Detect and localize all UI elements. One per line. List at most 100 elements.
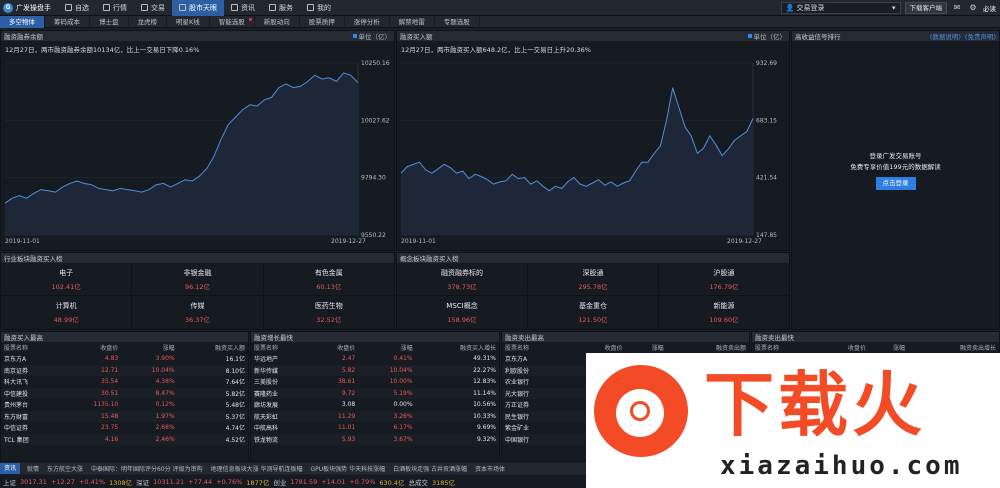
download-logo-icon	[594, 365, 688, 457]
table-cell: 华远地产	[254, 356, 279, 364]
table-row[interactable]: 铁龙物流 5.93 3.67% 9.32%	[251, 433, 499, 445]
sector-value: 36.37亿	[184, 315, 211, 324]
table-cell: 2.47	[341, 355, 356, 363]
table-cell: 赛隆药业	[251, 387, 311, 399]
tab-6[interactable]: 新股动向	[255, 16, 300, 28]
data-desc-link[interactable]: (数据说明)	[930, 31, 961, 41]
table-row[interactable]: 新华传媒 5.82 10.04% 22.27%	[251, 364, 499, 376]
nav-item-6[interactable]: 我的	[300, 0, 338, 16]
nav-item-2[interactable]: 交易	[134, 0, 172, 16]
news-item[interactable]: 白酒板块走强 古井贡酒涨幅	[393, 464, 467, 473]
tab-3[interactable]: 龙虎榜	[129, 16, 167, 28]
sector-cell[interactable]: MSCI概念 158.96亿	[397, 296, 527, 328]
app-title: 广发操盘手	[16, 3, 51, 12]
column-header[interactable]: 融资卖出额	[667, 342, 749, 353]
must-read-link[interactable]: 必读	[983, 3, 1000, 13]
news-tag[interactable]: 资讯	[0, 463, 21, 474]
table-row[interactable]: 京东方A 4.83 3.90% 16.1亿	[1, 353, 248, 365]
news-item[interactable]: 就情	[27, 464, 39, 473]
sector-cell[interactable]: 传媒 36.37亿	[132, 296, 263, 328]
sector-cell[interactable]: 沪股通 176.79亿	[659, 263, 789, 295]
table-cell: 京东方A	[4, 356, 27, 364]
table-cell: 12.71	[61, 364, 122, 376]
table-row[interactable]: 中航高科 11.01 6.17% 9.69%	[251, 422, 499, 434]
table-row[interactable]: 赛隆药业 9.72 5.19% 11.14%	[251, 387, 499, 399]
tab-7[interactable]: 股票质押	[300, 16, 345, 28]
nav-item-4[interactable]: 资讯	[224, 0, 262, 16]
mail-icon[interactable]: ✉	[951, 2, 963, 14]
table-cell: 35.54	[101, 378, 119, 386]
column-header[interactable]: 涨幅	[625, 342, 666, 353]
table-row[interactable]: 东方财富 15.48 1.97% 5.37亿	[1, 410, 248, 422]
panel-title: 融资卖出最高	[505, 334, 544, 342]
table-cell: 10.04%	[121, 364, 178, 376]
sector-cell[interactable]: 基金重仓 121.50亿	[528, 296, 658, 328]
table-cell: 利欧股份	[502, 364, 571, 376]
table-row[interactable]: 南京证券 12.71 10.04% 8.10亿	[1, 364, 248, 376]
panel-title: 融资买入额	[400, 33, 433, 41]
news-item[interactable]: 东方航空大涨	[47, 464, 83, 473]
tab-2[interactable]: 博士盘	[90, 16, 129, 28]
nav-item-1[interactable]: 行情	[96, 0, 134, 16]
legend-square-icon	[352, 34, 357, 38]
nav-item-label: 资讯	[241, 3, 255, 12]
sector-cell[interactable]: 医药生物 32.52亿	[263, 296, 394, 328]
sector-cell[interactable]: 新能源 109.60亿	[659, 296, 789, 328]
nav-item-3[interactable]: 股市天眼	[172, 0, 224, 16]
tab-5[interactable]: 智能选股	[210, 16, 255, 28]
column-header[interactable]: 收盘价	[311, 342, 359, 353]
status-vol: 3185亿	[432, 478, 456, 487]
sector-cell[interactable]: 深股通 295.78亿	[528, 263, 658, 295]
column-header[interactable]: 股票名称	[251, 342, 311, 353]
column-header[interactable]: 股票名称	[1, 342, 61, 353]
tab-1[interactable]: 筹码成本	[45, 16, 90, 28]
tab-9[interactable]: 解禁地雷	[390, 16, 435, 28]
column-header[interactable]: 涨幅	[869, 342, 908, 353]
table-row[interactable]: 华远地产 2.47 0.41% 49.31%	[251, 353, 499, 365]
sector-value: 121.50亿	[578, 315, 608, 324]
sector-cell[interactable]: 电子 102.41亿	[1, 263, 132, 295]
tab-4[interactable]: 明星K线	[167, 16, 210, 28]
column-header[interactable]: 股票名称	[502, 342, 571, 353]
sector-cell[interactable]: 计算机 48.99亿	[1, 296, 132, 328]
column-header[interactable]: 收盘价	[571, 342, 626, 353]
service-icon	[269, 4, 276, 11]
column-header[interactable]: 涨幅	[121, 342, 177, 353]
news-item[interactable]: 资本市场体	[475, 464, 505, 473]
table-row[interactable]: 中信建投 30.51 8.47% 5.82亿	[1, 387, 248, 399]
column-header[interactable]: 融资买入额	[178, 342, 248, 353]
table-row[interactable]: 廊坊发展 3.08 0.00% 10.56%	[251, 399, 499, 411]
industry-grid: 电子 102.41亿 非银金融 96.12亿 有色金属 60.13亿计算机 48.99亿 传媒…	[1, 263, 394, 328]
disclaimer-link[interactable]: (免责声明)	[965, 31, 996, 41]
table-row[interactable]: 科大讯飞 35.54 4.38% 7.64亿	[1, 376, 248, 388]
column-header[interactable]: 股票名称	[752, 342, 817, 353]
column-header[interactable]: 融资卖出增长	[908, 342, 999, 353]
column-header[interactable]: 收盘价	[61, 342, 121, 353]
table-row[interactable]: 航天彩虹 11.29 3.26% 10.33%	[251, 410, 499, 422]
news-item[interactable]: 中泰国际：明年国际评分60分 评级为审构	[91, 464, 203, 473]
table-row[interactable]: 中信证券 23.75 2.68% 4.74亿	[1, 422, 248, 434]
table-cell: 4.74亿	[225, 425, 245, 433]
sector-cell[interactable]: 非银金融 96.12亿	[132, 263, 263, 295]
gear-icon[interactable]: ⚙	[967, 2, 979, 14]
x-start-label: 2019-11-01	[5, 238, 40, 245]
nav-item-label: 自选	[75, 3, 89, 12]
tab-0[interactable]: 多空物体	[0, 16, 45, 28]
news-item[interactable]: GPU板块强势 华天科技涨幅	[311, 464, 386, 473]
download-client-button[interactable]: 下载客户端	[904, 2, 947, 14]
tab-10[interactable]: 专题选股	[435, 16, 480, 28]
tab-8[interactable]: 涨停分析	[345, 16, 390, 28]
sector-cell[interactable]: 有色金属 60.13亿	[263, 263, 394, 295]
table-row[interactable]: 三美股份 38.61 10.00% 12.83%	[251, 376, 499, 388]
click-login-button[interactable]: 点击登录	[875, 177, 916, 190]
trade-login-select[interactable]: 👤 交易登录 ▾	[780, 2, 901, 14]
nav-item-5[interactable]: 服务	[262, 0, 300, 16]
news-item[interactable]: 地理信息板块大涨 华测导航连板幅	[211, 464, 303, 473]
column-header[interactable]: 融资买入增长	[416, 342, 499, 353]
table-row[interactable]: TCL 集团 4.16 2.46% 4.52亿	[1, 433, 248, 445]
nav-item-0[interactable]: 自选	[58, 0, 96, 16]
column-header[interactable]: 收盘价	[817, 342, 869, 353]
column-header[interactable]: 涨幅	[358, 342, 415, 353]
table-row[interactable]: 贵州茅台 1135.10 0.12% 5.48亿	[1, 399, 248, 411]
sector-cell[interactable]: 融资融券标的 378.73亿	[397, 263, 527, 295]
